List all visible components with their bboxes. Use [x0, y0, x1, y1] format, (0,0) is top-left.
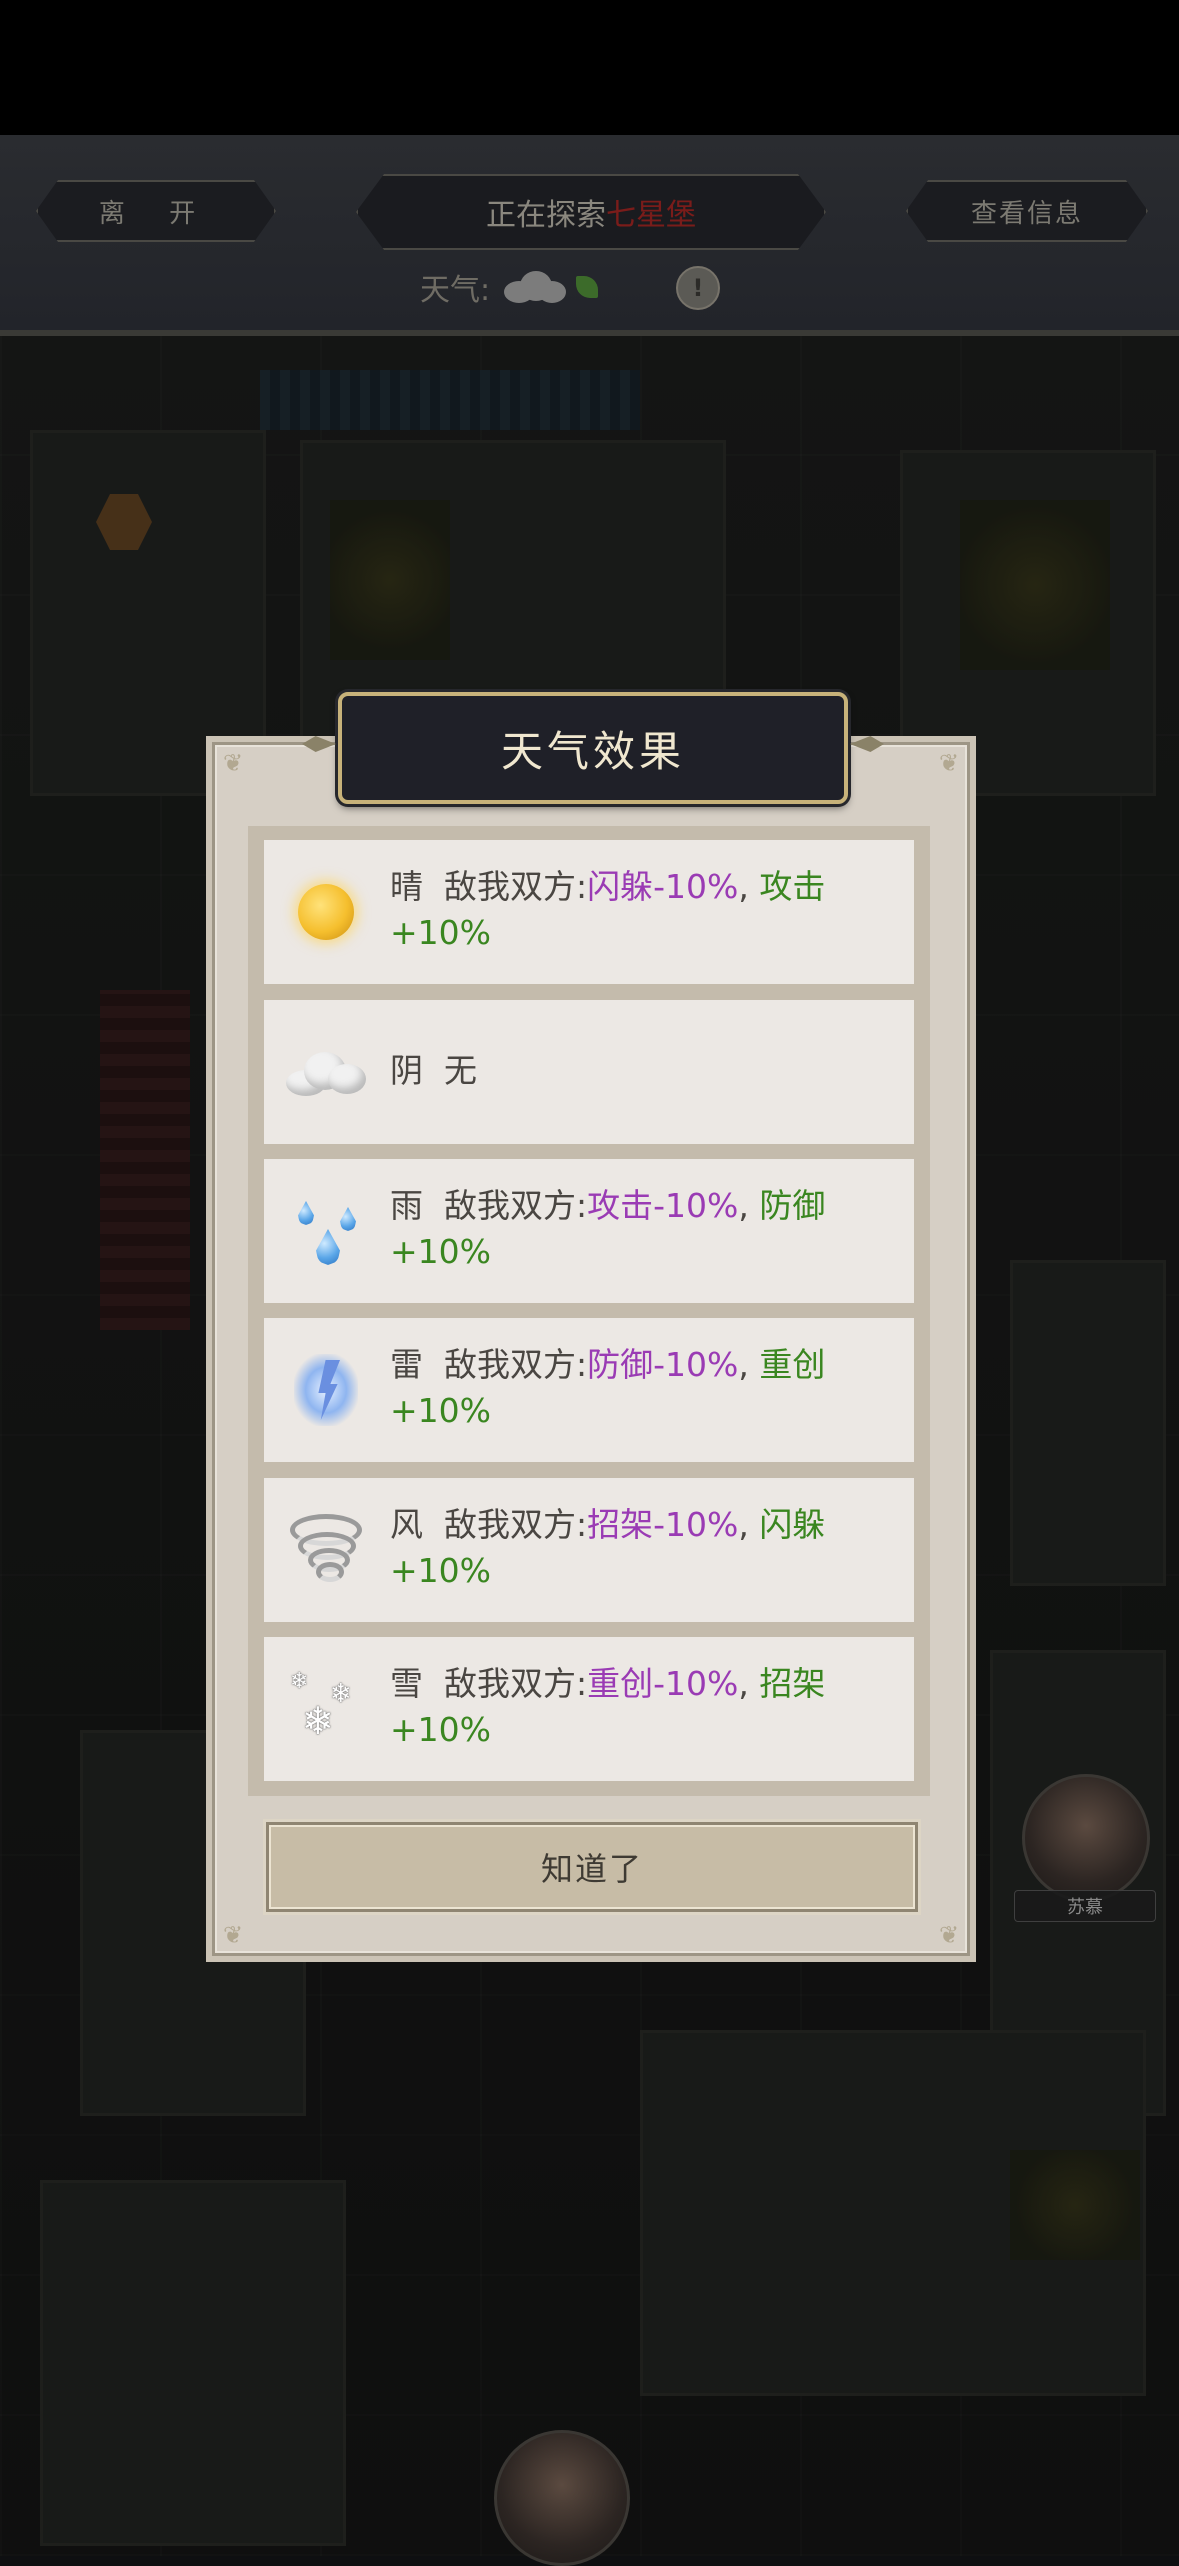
- list-item: 雨 敌我双方:攻击-10%, 防御 +10%: [264, 1159, 914, 1303]
- effect-prefix: 敌我双方:: [443, 1664, 588, 1703]
- weather-name: 风: [390, 1505, 423, 1544]
- exploring-prefix: 正在探索: [486, 198, 606, 233]
- effect-separator: ,: [738, 867, 749, 906]
- weather-name: 雷: [390, 1345, 423, 1384]
- weather-label: 天气:: [420, 273, 491, 308]
- weather-name: 雨: [390, 1186, 423, 1225]
- list-item: 阴 无: [264, 1000, 914, 1144]
- effect-positive: 招架: [759, 1664, 826, 1703]
- corner-ornament-icon: ❦: [938, 749, 960, 777]
- weather-name: 雪: [390, 1664, 423, 1703]
- leaf-icon: [576, 276, 599, 298]
- effect-positive-value: +10%: [390, 913, 491, 952]
- effect-positive: 防御: [759, 1186, 826, 1225]
- corner-ornament-icon: ❦: [222, 1921, 244, 1949]
- effect-negative: 重创-10%: [587, 1664, 739, 1703]
- exclamation-icon[interactable]: !: [676, 266, 720, 310]
- weather-effect-text: 雨 敌我双方:攻击-10%, 防御 +10%: [390, 1183, 890, 1275]
- dialog-title-plate: 天气效果: [338, 692, 848, 804]
- effect-prefix: 敌我双方:: [443, 1345, 588, 1384]
- list-item: 晴 敌我双方:闪躲-10%, 攻击 +10%: [264, 840, 914, 984]
- character-name: 苏慕: [1014, 1890, 1156, 1922]
- effect-positive: 闪躲: [759, 1505, 826, 1544]
- effect-separator: ,: [738, 1505, 749, 1544]
- corner-ornament-icon: ❦: [938, 1921, 960, 1949]
- wind-icon: [284, 1508, 368, 1592]
- effect-prefix: 敌我双方:: [443, 1505, 588, 1544]
- sun-icon: [284, 870, 368, 954]
- leave-button[interactable]: 离 开: [36, 180, 276, 242]
- weather-name: 阴: [390, 1051, 423, 1090]
- location-name: 七星堡: [606, 198, 696, 233]
- corner-ornament-icon: ❦: [222, 749, 244, 777]
- effect-positive-value: +10%: [390, 1232, 491, 1271]
- weather-effect-text: 雪 敌我双方:重创-10%, 招架 +10%: [390, 1661, 890, 1753]
- cloud-icon: [500, 269, 567, 305]
- list-item: ❄ ❄ ❄ 雪 敌我双方:重创-10%, 招架 +10%: [264, 1637, 914, 1781]
- effect-positive-value: +10%: [390, 1391, 491, 1430]
- avatar[interactable]: [1022, 1774, 1150, 1902]
- snow-icon: ❄ ❄ ❄: [290, 1669, 352, 1743]
- confirm-label: 知道了: [540, 1850, 643, 1888]
- weather-effect-text: 晴 敌我双方:闪躲-10%, 攻击 +10%: [390, 864, 890, 956]
- confirm-button[interactable]: 知道了: [266, 1822, 918, 1912]
- weather-indicator[interactable]: 天气:: [420, 260, 599, 314]
- effect-separator: ,: [738, 1186, 749, 1225]
- rain-icon: [284, 1189, 368, 1273]
- effect-negative: 招架-10%: [587, 1505, 739, 1544]
- effect-none: 无: [443, 1051, 477, 1090]
- weather-effect-text: 雷 敌我双方:防御-10%, 重创 +10%: [390, 1342, 890, 1434]
- status-bar: [0, 0, 1179, 135]
- effect-prefix: 敌我双方:: [443, 867, 588, 906]
- effect-separator: ,: [738, 1664, 749, 1703]
- dialog-title: 天气效果: [500, 726, 685, 776]
- weather-name: 晴: [390, 867, 423, 906]
- view-info-button[interactable]: 查看信息: [906, 180, 1148, 242]
- exploring-banner: 正在探索 七星堡: [356, 174, 826, 250]
- leave-label: 离 开: [98, 198, 214, 229]
- effect-negative: 防御-10%: [587, 1345, 739, 1384]
- hint-symbol: !: [692, 274, 704, 302]
- effect-positive-value: +10%: [390, 1551, 491, 1590]
- cloud-icon: [284, 1030, 368, 1114]
- list-item: 雷 敌我双方:防御-10%, 重创 +10%: [264, 1318, 914, 1462]
- effect-positive-value: +10%: [390, 1710, 491, 1749]
- view-info-label: 查看信息: [970, 198, 1083, 229]
- effect-negative: 攻击-10%: [587, 1186, 739, 1225]
- avatar[interactable]: [494, 2430, 630, 2566]
- list-item: 风 敌我双方:招架-10%, 闪躲 +10%: [264, 1478, 914, 1622]
- weather-effect-text: 风 敌我双方:招架-10%, 闪躲 +10%: [390, 1502, 890, 1594]
- thunder-icon: [284, 1348, 368, 1432]
- effect-positive: 重创: [759, 1345, 826, 1384]
- effect-positive: 攻击: [759, 867, 826, 906]
- effect-negative: 闪躲-10%: [587, 867, 739, 906]
- effect-prefix: 敌我双方:: [443, 1186, 588, 1225]
- weather-effect-text: 阴 无: [390, 1048, 890, 1094]
- effect-separator: ,: [738, 1345, 749, 1384]
